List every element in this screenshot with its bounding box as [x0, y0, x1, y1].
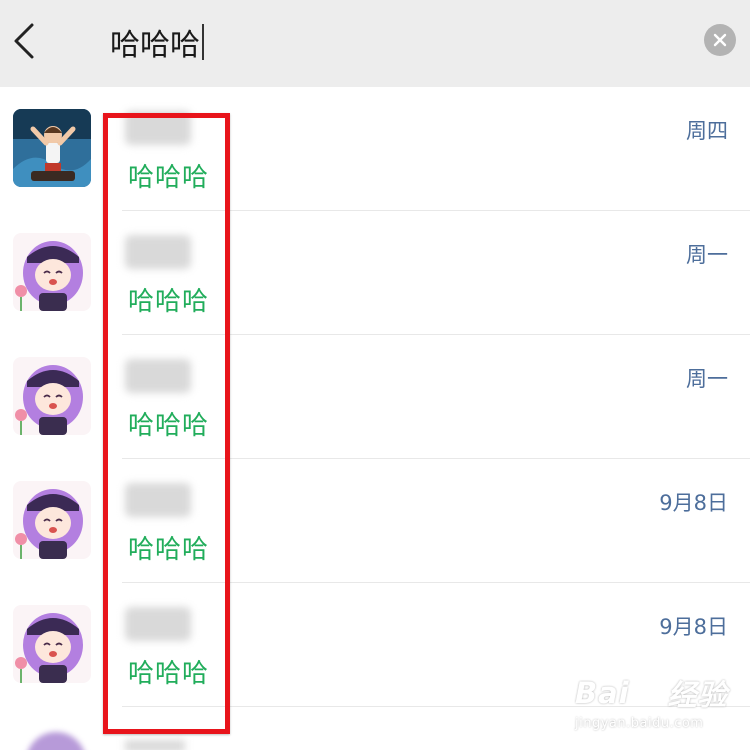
chevron-left-icon	[14, 23, 34, 59]
message-time: 周一	[686, 367, 728, 391]
clear-circle-icon	[713, 33, 727, 47]
matched-message-snippet: 哈哈哈	[128, 287, 210, 317]
anime-girl-avatar	[13, 605, 91, 683]
matched-message-snippet: 哈哈哈	[128, 411, 210, 441]
matched-message-snippet: 哈哈哈	[128, 659, 210, 689]
matched-message-snippet: 哈哈哈	[128, 163, 210, 193]
matched-message-snippet: 哈哈哈	[128, 535, 210, 565]
result-row[interactable]: 哈哈哈 周一	[0, 211, 750, 335]
contact-name-blurred	[125, 111, 191, 145]
search-query: 哈哈哈	[110, 28, 200, 63]
baidu-jingyan-watermark: Bai 经验 jingyan.baidu.com	[575, 672, 745, 736]
contact-name-blurred	[125, 359, 191, 393]
result-row[interactable]: 哈哈哈 9月8日	[0, 459, 750, 583]
anime-girl-avatar	[13, 481, 91, 559]
paw-icon	[636, 680, 662, 705]
back-button[interactable]	[6, 18, 42, 64]
message-time: 9月8日	[659, 615, 728, 639]
anime-girl-avatar	[13, 233, 91, 311]
partial-avatar	[26, 732, 86, 750]
contact-name-blurred	[125, 483, 191, 517]
search-header: 哈哈哈	[0, 0, 750, 87]
message-time: 周一	[686, 243, 728, 267]
text-caret	[202, 24, 204, 60]
message-time: 周四	[686, 119, 728, 143]
watermark-brand: Bai	[575, 676, 630, 710]
watermark-url: jingyan.baidu.com	[575, 716, 704, 731]
result-row[interactable]: 哈哈哈 周一	[0, 335, 750, 459]
search-input[interactable]: 哈哈哈	[110, 20, 204, 64]
contact-name-blurred	[125, 235, 191, 269]
result-row[interactable]: 哈哈哈 周四	[0, 87, 750, 211]
watermark-brand-suffix: 经验	[667, 678, 728, 712]
partial-name-blurred	[125, 740, 185, 750]
message-time: 9月8日	[659, 491, 728, 515]
boy-avatar	[13, 109, 91, 187]
clear-search-button[interactable]	[704, 24, 736, 56]
contact-name-blurred	[125, 607, 191, 641]
anime-girl-avatar	[13, 357, 91, 435]
